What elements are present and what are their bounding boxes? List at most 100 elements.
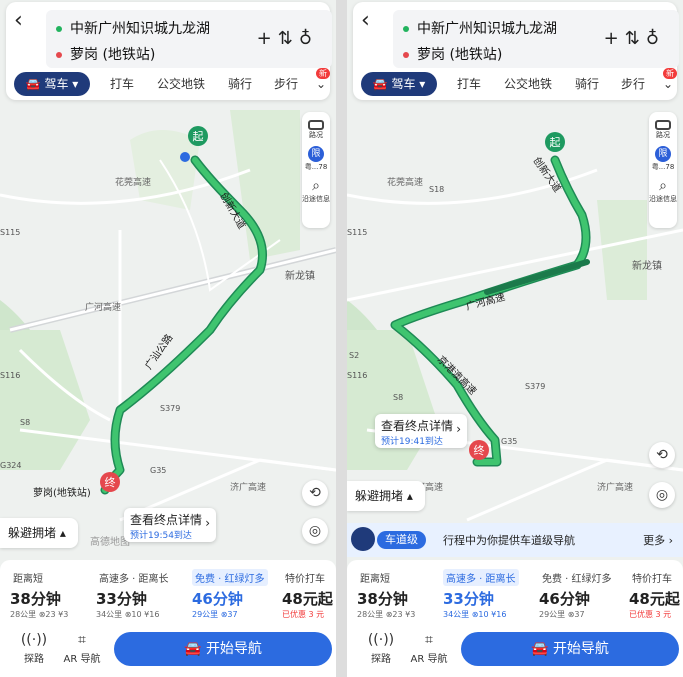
microphone-icon[interactable]: ♁ xyxy=(299,28,318,49)
route-meta: 34公里 ⊗10 ¥16 xyxy=(443,610,507,619)
swap-icon[interactable]: ⇅ xyxy=(625,28,646,49)
add-stop-icon[interactable]: + xyxy=(604,28,625,49)
route-time: 48元起 xyxy=(629,590,680,608)
more-link[interactable]: 更多 › xyxy=(643,532,673,548)
route-time: 48元起 xyxy=(282,590,333,608)
explore-label: 探路 xyxy=(24,654,44,665)
end-label: 终 xyxy=(474,443,485,457)
tab-transit[interactable]: 公交地铁 xyxy=(504,72,552,96)
destination-dot-icon xyxy=(56,52,62,58)
road-guanghe: 广河高速 xyxy=(85,301,121,313)
road-s2: S2 xyxy=(349,351,359,360)
destination-details-card[interactable]: 查看终点详情 预计19:41到达 › xyxy=(375,414,467,448)
map-side-toolbar: 路况 限 粤...78 ⌕ 沿途信息 xyxy=(302,112,330,228)
transport-mode-tabs: 🚘 驾车 ▾ 打车 公交地铁 骑行 步行 ⌄ 新 xyxy=(14,68,330,98)
locate-icon[interactable]: ◎ xyxy=(649,482,675,508)
origin-row[interactable]: 中新广州知识城九龙湖 xyxy=(56,18,210,38)
destination-row[interactable]: 萝岗 (地铁站) xyxy=(56,44,155,64)
route-time: 46分钟 xyxy=(539,590,590,608)
road-g35: G35 xyxy=(501,437,517,446)
road-s116: S116 xyxy=(0,371,20,380)
avoid-congestion-label: 躲避拥堵 xyxy=(355,489,404,503)
route-option-2[interactable]: 高速多 · 距离长 33分钟 34公里 ⊗10 ¥16 xyxy=(90,566,182,622)
search-icon[interactable]: ⌕ xyxy=(308,178,324,194)
traffic-icon[interactable] xyxy=(655,120,671,130)
limit-icon[interactable]: 限 xyxy=(308,146,324,162)
route-meta: 29公里 ⊗37 xyxy=(539,610,585,619)
road-g324: G324 xyxy=(0,461,21,470)
start-navigation-label: 开始导航 xyxy=(552,641,609,657)
road-s379: S379 xyxy=(160,404,180,413)
radar-icon: ((·)) xyxy=(367,632,395,648)
tab-walk[interactable]: 步行 xyxy=(621,72,645,96)
road-huaguan: 花莞高速 xyxy=(387,176,423,188)
destination-row[interactable]: 萝岗 (地铁站) xyxy=(403,44,502,64)
taxi-price-option[interactable]: 特价打车 48元起 已优惠 3 元 xyxy=(276,566,336,622)
route-options-sheet: 距离短 38分钟 28公里 ⊗23 ¥3 高速多 · 距离长 33分钟 34公里… xyxy=(0,560,336,677)
eta-text: 预计19:41到达 xyxy=(381,437,443,447)
ar-icon: ⌗ xyxy=(425,632,433,648)
route-option-1[interactable]: 距离短 38分钟 28公里 ⊗23 ¥3 xyxy=(4,566,84,622)
route-option-2[interactable]: 高速多 · 距离长 33分钟 34公里 ⊗10 ¥16 xyxy=(437,566,529,622)
tab-bike[interactable]: 骑行 xyxy=(575,72,599,96)
lane-level-tag: 车道级 xyxy=(377,531,426,549)
lane-navigation-icon xyxy=(351,527,375,551)
caret-down-icon: ▾ xyxy=(68,77,79,91)
road-s8: S8 xyxy=(393,393,403,402)
route-panel-right: 起 终 新龙镇 S115 S116 S379 S18 S2 G35 S8 花莞高… xyxy=(347,0,683,677)
microphone-icon[interactable]: ♁ xyxy=(646,28,665,49)
ar-navigation-button[interactable]: ⌗ AR 导航 xyxy=(407,632,451,665)
route-option-1[interactable]: 距离短 38分钟 28公里 ⊗23 ¥3 xyxy=(351,566,431,622)
locate-icon[interactable]: ◎ xyxy=(302,518,328,544)
origin-dot-icon xyxy=(403,26,409,32)
road-s379: S379 xyxy=(525,382,545,391)
explore-button[interactable]: ((·)) 探路 xyxy=(14,632,54,665)
route-tag: 免费 · 红绿灯多 xyxy=(542,574,612,585)
car-icon: 🚘 xyxy=(531,641,553,657)
route-panel-left: 起 终 萝岗(地铁站) 新龙镇 S115 S116 S379 G35 G324 … xyxy=(0,0,336,677)
refresh-route-icon[interactable]: ⟲ xyxy=(649,442,675,468)
add-stop-icon[interactable]: + xyxy=(257,28,278,49)
route-tag: 免费 · 红绿灯多 xyxy=(192,569,268,586)
origin-row[interactable]: 中新广州知识城九龙湖 xyxy=(403,18,557,38)
tab-taxi[interactable]: 打车 xyxy=(110,72,134,96)
back-icon[interactable]: ‹ xyxy=(14,10,23,32)
ar-navigation-button[interactable]: ⌗ AR 导航 xyxy=(60,632,104,665)
destination-dot-icon xyxy=(403,52,409,58)
tab-transit[interactable]: 公交地铁 xyxy=(157,72,205,96)
destination-details-card[interactable]: 查看终点详情 预计19:54到达 › xyxy=(124,508,216,542)
route-meta: 28公里 ⊗23 ¥3 xyxy=(10,610,69,619)
tab-drive[interactable]: 🚘 驾车 ▾ xyxy=(361,72,437,96)
tab-drive[interactable]: 🚘 驾车 ▾ xyxy=(14,72,90,96)
map-side-toolbar: 路况 限 粤...78 ⌕ 沿途信息 xyxy=(649,112,677,228)
origin-text: 中新广州知识城九龙湖 xyxy=(417,21,557,37)
back-icon[interactable]: ‹ xyxy=(361,10,370,32)
road-s115: S115 xyxy=(347,228,367,237)
route-meta: 29公里 ⊗37 xyxy=(192,610,238,619)
explore-button[interactable]: ((·)) 探路 xyxy=(361,632,401,665)
car-icon: 🚘 xyxy=(184,641,206,657)
ar-icon: ⌗ xyxy=(78,632,86,648)
swap-icon[interactable]: ⇅ xyxy=(278,28,299,49)
route-meta: 已优惠 3 元 xyxy=(282,610,325,619)
town-label: 新龙镇 xyxy=(632,259,662,272)
route-option-3[interactable]: 免费 · 红绿灯多 46分钟 29公里 ⊗37 xyxy=(533,566,615,622)
tab-bike[interactable]: 骑行 xyxy=(228,72,252,96)
avoid-congestion-button[interactable]: 躲避拥堵 ▴ xyxy=(347,481,425,511)
route-option-3[interactable]: 免费 · 红绿灯多 46分钟 29公里 ⊗37 xyxy=(186,566,268,622)
refresh-route-icon[interactable]: ⟲ xyxy=(302,480,328,506)
tab-taxi[interactable]: 打车 xyxy=(457,72,481,96)
address-actions: +⇅♁ xyxy=(604,28,665,49)
limit-icon[interactable]: 限 xyxy=(655,146,671,162)
route-time: 46分钟 xyxy=(192,590,243,608)
start-navigation-button[interactable]: 🚘 开始导航 xyxy=(114,632,332,666)
tab-walk[interactable]: 步行 xyxy=(274,72,298,96)
lane-navigation-banner[interactable]: 车道级 行程中为你提供车道级导航 更多 › xyxy=(347,523,683,557)
route-time: 33分钟 xyxy=(96,590,147,608)
taxi-price-option[interactable]: 特价打车 48元起 已优惠 3 元 xyxy=(623,566,683,622)
avoid-congestion-button[interactable]: 躲避拥堵 ▴ xyxy=(0,518,78,548)
chevron-right-icon: › xyxy=(456,422,461,436)
start-navigation-button[interactable]: 🚘 开始导航 xyxy=(461,632,679,666)
search-icon[interactable]: ⌕ xyxy=(655,178,671,194)
traffic-icon[interactable] xyxy=(308,120,324,130)
